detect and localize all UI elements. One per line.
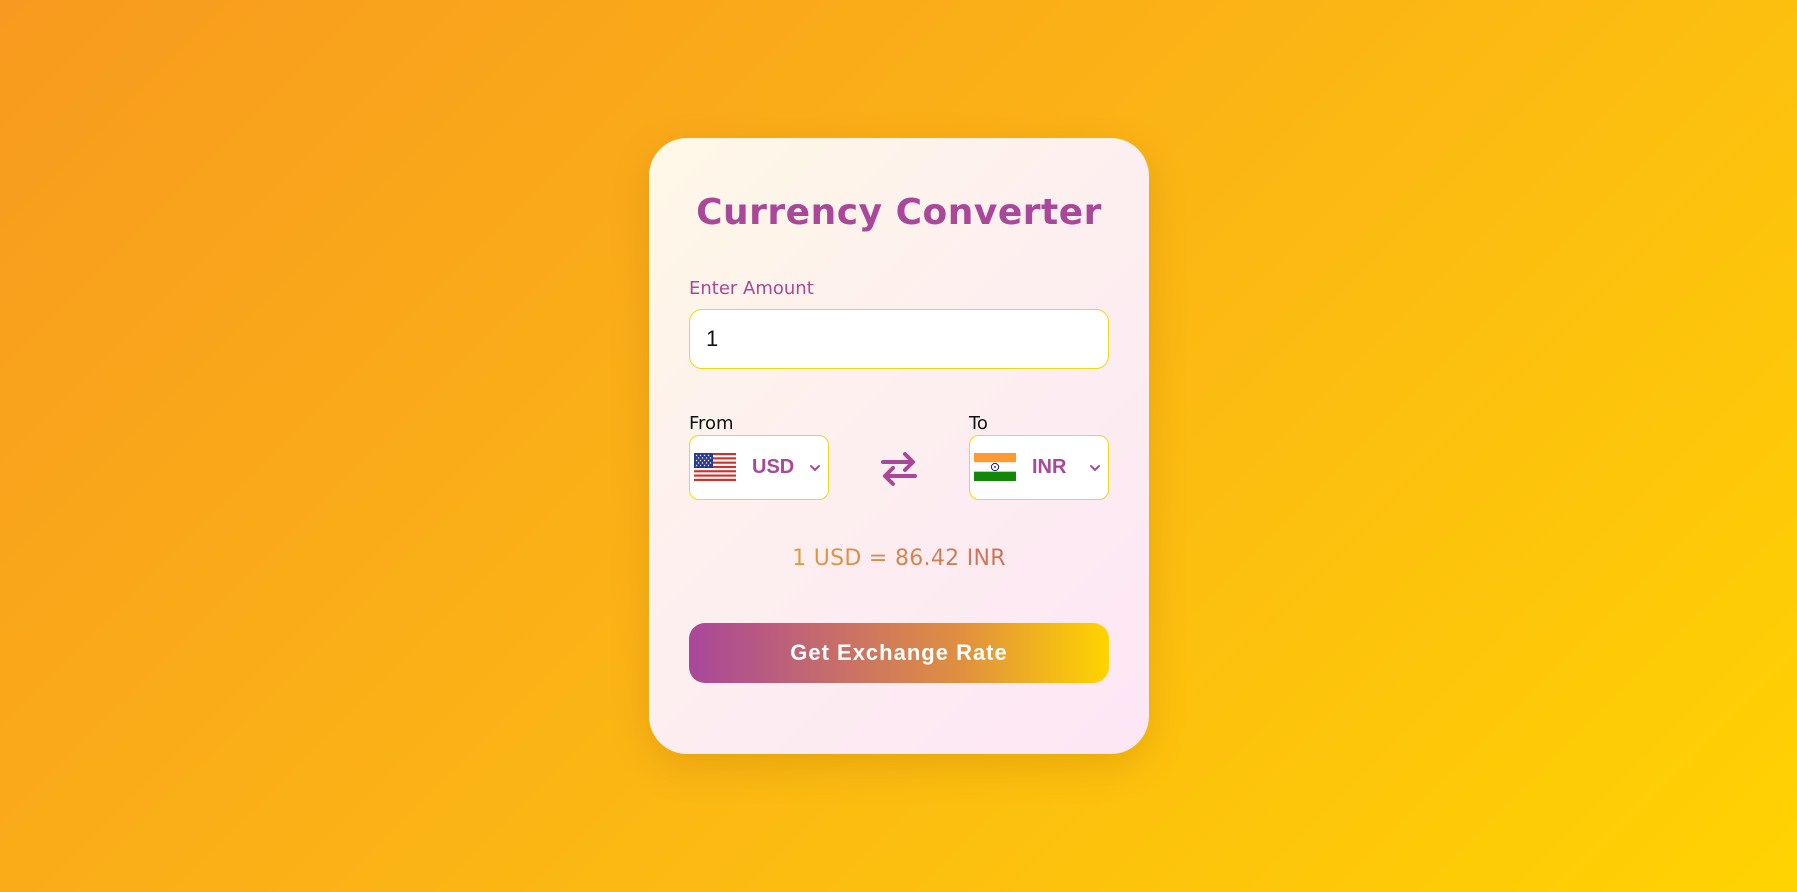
from-currency-code: USD	[752, 456, 795, 478]
get-exchange-rate-button[interactable]: Get Exchange Rate	[689, 623, 1109, 683]
exchange-rate-text: 1 USD = 86.42 INR	[649, 546, 1149, 571]
to-currency-code: INR	[1032, 456, 1067, 478]
to-label: To	[969, 413, 988, 434]
from-label: From	[689, 413, 734, 434]
to-currency-select[interactable]: INR	[969, 435, 1109, 500]
converter-card: Currency Converter Enter Amount From	[649, 138, 1149, 754]
from-currency-select[interactable]: USD	[689, 435, 829, 500]
swap-arrows-icon[interactable]	[877, 447, 921, 491]
amount-label: Enter Amount	[689, 278, 814, 299]
page-title: Currency Converter	[696, 192, 1102, 233]
amount-input[interactable]	[689, 309, 1109, 369]
exchange-rate-value: 1 USD = 86.42 INR	[792, 546, 1006, 571]
us-flag-icon	[694, 453, 736, 481]
india-flag-icon	[974, 453, 1016, 481]
chevron-down-icon	[1088, 460, 1102, 474]
chevron-down-icon	[808, 460, 822, 474]
